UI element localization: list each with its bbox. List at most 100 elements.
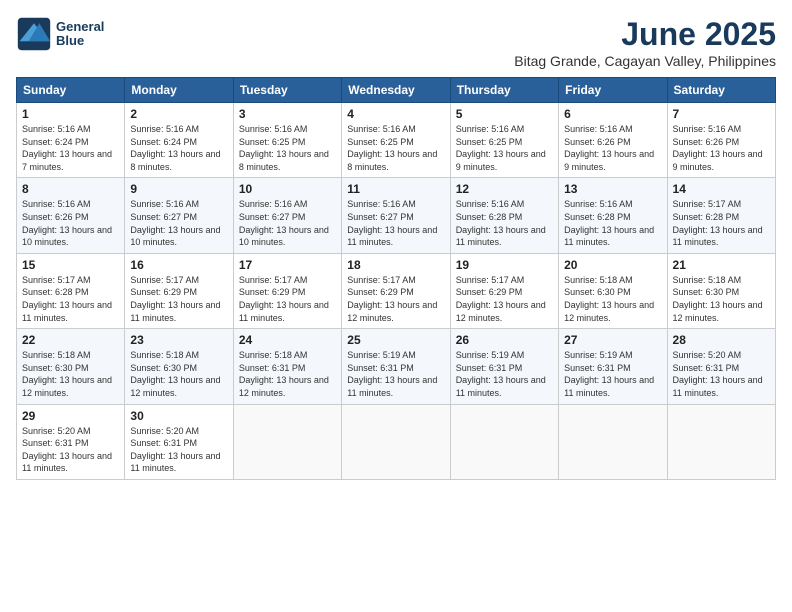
day-cell: 7Sunrise: 5:16 AM Sunset: 6:26 PM Daylig… <box>667 103 775 178</box>
weekday-monday: Monday <box>125 78 233 103</box>
day-number: 3 <box>239 107 336 121</box>
day-number: 27 <box>564 333 661 347</box>
day-cell: 20Sunrise: 5:18 AM Sunset: 6:30 PM Dayli… <box>559 253 667 328</box>
day-number: 1 <box>22 107 119 121</box>
day-cell: 28 Sunrise: 5:20 AM Sunset: 6:31 PM Dayli… <box>667 329 775 404</box>
day-cell: 22 Sunrise: 5:18 AM Sunset: 6:30 PM Dayli… <box>17 329 125 404</box>
day-cell: 19 Sunrise: 5:17 AM Sunset: 6:29 PM Dayli… <box>450 253 558 328</box>
day-number: 18 <box>347 258 444 272</box>
day-number: 25 <box>347 333 444 347</box>
day-number: 24 <box>239 333 336 347</box>
day-cell: 29Sunrise: 5:20 AM Sunset: 6:31 PM Dayli… <box>17 404 125 479</box>
day-number: 23 <box>130 333 227 347</box>
day-info: Sunrise: 5:16 AM Sunset: 6:28 PM Dayligh… <box>456 198 553 248</box>
week-row-5: 29 Sunrise: 5:20 AM Sunset: 6:31 PM Dayli… <box>17 404 776 479</box>
day-info: Sunrise: 5:16 AM Sunset: 6:26 PM Dayligh… <box>22 198 119 248</box>
calendar-body: 1 Sunrise: 5:16 AM Sunset: 6:24 PM Daylig… <box>17 103 776 480</box>
day-info: Sunrise: 5:19 AM Sunset: 6:31 PM Dayligh… <box>456 349 553 399</box>
main-title: June 2025 <box>514 16 776 53</box>
day-cell: 21Sunrise: 5:18 AM Sunset: 6:30 PM Dayli… <box>667 253 775 328</box>
day-info: Sunrise: 5:16 AM Sunset: 6:25 PM Dayligh… <box>239 123 336 173</box>
day-info: Sunrise: 5:16 AM Sunset: 6:27 PM Dayligh… <box>347 198 444 248</box>
day-info: Sunrise: 5:16 AM Sunset: 6:27 PM Dayligh… <box>130 198 227 248</box>
day-number: 12 <box>456 182 553 196</box>
day-info: Sunrise: 5:16 AM Sunset: 6:25 PM Dayligh… <box>456 123 553 173</box>
week-row-3: 15Sunrise: 5:17 AM Sunset: 6:28 PM Dayli… <box>17 253 776 328</box>
day-number: 16 <box>130 258 227 272</box>
day-number: 14 <box>673 182 770 196</box>
week-row-1: 1 Sunrise: 5:16 AM Sunset: 6:24 PM Daylig… <box>17 103 776 178</box>
day-number: 29 <box>22 409 119 423</box>
day-info: Sunrise: 5:16 AM Sunset: 6:24 PM Dayligh… <box>22 123 119 173</box>
week-row-4: 22 Sunrise: 5:18 AM Sunset: 6:30 PM Dayli… <box>17 329 776 404</box>
day-cell: 4 Sunrise: 5:16 AM Sunset: 6:25 PM Daylig… <box>342 103 450 178</box>
day-cell: 24 Sunrise: 5:18 AM Sunset: 6:31 PM Dayli… <box>233 329 341 404</box>
day-number: 19 <box>456 258 553 272</box>
weekday-wednesday: Wednesday <box>342 78 450 103</box>
weekday-saturday: Saturday <box>667 78 775 103</box>
day-number: 22 <box>22 333 119 347</box>
day-cell: 2 Sunrise: 5:16 AM Sunset: 6:24 PM Daylig… <box>125 103 233 178</box>
day-info: Sunrise: 5:20 AM Sunset: 6:31 PM Dayligh… <box>130 425 227 475</box>
logo: General Blue <box>16 16 104 52</box>
weekday-header-row: SundayMondayTuesdayWednesdayThursdayFrid… <box>17 78 776 103</box>
day-cell: 13 Sunrise: 5:16 AM Sunset: 6:28 PM Dayli… <box>559 178 667 253</box>
day-cell: 6Sunrise: 5:16 AM Sunset: 6:26 PM Daylig… <box>559 103 667 178</box>
day-number: 6 <box>564 107 661 121</box>
day-number: 10 <box>239 182 336 196</box>
day-cell: 3 Sunrise: 5:16 AM Sunset: 6:25 PM Daylig… <box>233 103 341 178</box>
weekday-friday: Friday <box>559 78 667 103</box>
day-cell <box>559 404 667 479</box>
day-number: 8 <box>22 182 119 196</box>
day-cell: 11Sunrise: 5:16 AM Sunset: 6:27 PM Dayli… <box>342 178 450 253</box>
subtitle: Bitag Grande, Cagayan Valley, Philippine… <box>514 53 776 69</box>
day-cell: 1 Sunrise: 5:16 AM Sunset: 6:24 PM Daylig… <box>17 103 125 178</box>
logo-icon <box>16 16 52 52</box>
day-info: Sunrise: 5:18 AM Sunset: 6:30 PM Dayligh… <box>673 274 770 324</box>
day-cell: 30Sunrise: 5:20 AM Sunset: 6:31 PM Dayli… <box>125 404 233 479</box>
day-info: Sunrise: 5:18 AM Sunset: 6:30 PM Dayligh… <box>22 349 119 399</box>
day-cell: 26Sunrise: 5:19 AM Sunset: 6:31 PM Dayli… <box>450 329 558 404</box>
title-area: June 2025 Bitag Grande, Cagayan Valley, … <box>514 16 776 69</box>
day-number: 28 <box>673 333 770 347</box>
day-cell: 10Sunrise: 5:16 AM Sunset: 6:27 PM Dayli… <box>233 178 341 253</box>
logo-line1: General <box>56 20 104 34</box>
day-number: 5 <box>456 107 553 121</box>
day-cell: 23 Sunrise: 5:18 AM Sunset: 6:30 PM Dayli… <box>125 329 233 404</box>
day-cell: 25 Sunrise: 5:19 AM Sunset: 6:31 PM Dayli… <box>342 329 450 404</box>
day-cell: 8 Sunrise: 5:16 AM Sunset: 6:26 PM Daylig… <box>17 178 125 253</box>
day-info: Sunrise: 5:20 AM Sunset: 6:31 PM Dayligh… <box>673 349 770 399</box>
day-cell <box>233 404 341 479</box>
day-cell: 5 Sunrise: 5:16 AM Sunset: 6:25 PM Daylig… <box>450 103 558 178</box>
day-info: Sunrise: 5:18 AM Sunset: 6:30 PM Dayligh… <box>564 274 661 324</box>
logo-line2: Blue <box>56 34 104 48</box>
day-info: Sunrise: 5:17 AM Sunset: 6:29 PM Dayligh… <box>347 274 444 324</box>
day-info: Sunrise: 5:18 AM Sunset: 6:31 PM Dayligh… <box>239 349 336 399</box>
weekday-sunday: Sunday <box>17 78 125 103</box>
day-cell: 17 Sunrise: 5:17 AM Sunset: 6:29 PM Dayli… <box>233 253 341 328</box>
day-cell: 18 Sunrise: 5:17 AM Sunset: 6:29 PM Dayli… <box>342 253 450 328</box>
day-info: Sunrise: 5:18 AM Sunset: 6:30 PM Dayligh… <box>130 349 227 399</box>
header: General Blue June 2025 Bitag Grande, Cag… <box>16 16 776 69</box>
day-cell <box>450 404 558 479</box>
day-info: Sunrise: 5:16 AM Sunset: 6:24 PM Dayligh… <box>130 123 227 173</box>
day-cell: 15Sunrise: 5:17 AM Sunset: 6:28 PM Dayli… <box>17 253 125 328</box>
day-number: 15 <box>22 258 119 272</box>
day-number: 2 <box>130 107 227 121</box>
day-number: 13 <box>564 182 661 196</box>
day-info: Sunrise: 5:17 AM Sunset: 6:29 PM Dayligh… <box>456 274 553 324</box>
day-number: 9 <box>130 182 227 196</box>
day-number: 4 <box>347 107 444 121</box>
day-cell: 9 Sunrise: 5:16 AM Sunset: 6:27 PM Daylig… <box>125 178 233 253</box>
day-cell: 27 Sunrise: 5:19 AM Sunset: 6:31 PM Dayli… <box>559 329 667 404</box>
day-info: Sunrise: 5:19 AM Sunset: 6:31 PM Dayligh… <box>347 349 444 399</box>
day-cell <box>342 404 450 479</box>
day-info: Sunrise: 5:17 AM Sunset: 6:28 PM Dayligh… <box>673 198 770 248</box>
day-info: Sunrise: 5:19 AM Sunset: 6:31 PM Dayligh… <box>564 349 661 399</box>
day-info: Sunrise: 5:17 AM Sunset: 6:29 PM Dayligh… <box>239 274 336 324</box>
day-info: Sunrise: 5:16 AM Sunset: 6:25 PM Dayligh… <box>347 123 444 173</box>
day-info: Sunrise: 5:17 AM Sunset: 6:29 PM Dayligh… <box>130 274 227 324</box>
weekday-tuesday: Tuesday <box>233 78 341 103</box>
day-number: 17 <box>239 258 336 272</box>
day-info: Sunrise: 5:16 AM Sunset: 6:28 PM Dayligh… <box>564 198 661 248</box>
